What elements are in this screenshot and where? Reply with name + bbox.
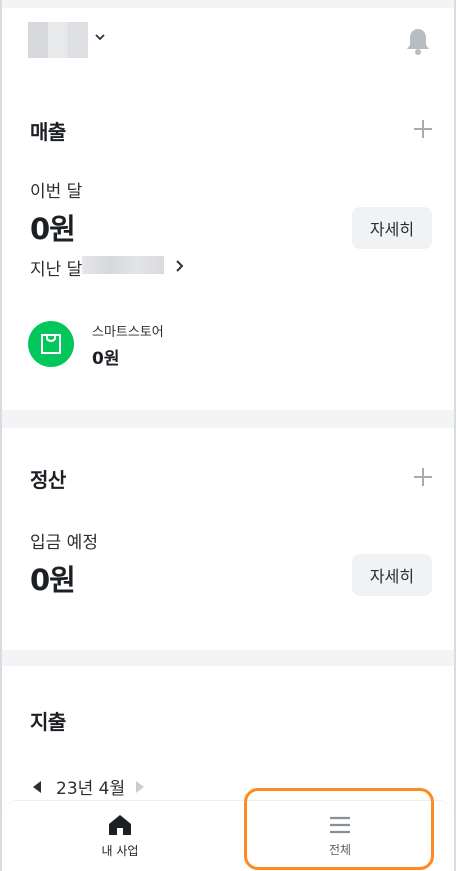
this-month-amount: 0원 xyxy=(30,212,76,246)
bell-icon[interactable] xyxy=(404,26,432,56)
smartstore-icon xyxy=(28,321,74,367)
nav-my-business[interactable]: 내 사업 xyxy=(50,801,190,871)
last-month-amount-redacted xyxy=(82,256,164,274)
settlement-detail-button[interactable]: 자세히 xyxy=(352,554,432,596)
add-sales-icon[interactable] xyxy=(412,118,434,140)
home-icon xyxy=(109,815,131,835)
chevron-down-icon[interactable] xyxy=(94,32,106,42)
chevron-right-icon[interactable] xyxy=(175,259,185,273)
month-selector: 23년 4월 xyxy=(32,774,145,799)
sales-card: 매출 이번 달 0원 자세히 지난 달 스마트스토어 0원 xyxy=(2,88,454,410)
settlement-card: 정산 입금 예정 0원 자세히 xyxy=(2,428,454,650)
expected-deposit-amount: 0원 xyxy=(30,563,76,597)
caret-right-icon[interactable] xyxy=(135,780,145,794)
menu-icon xyxy=(330,816,350,834)
sales-title: 매출 xyxy=(30,120,66,144)
expense-title: 지출 xyxy=(30,710,66,734)
this-month-label: 이번 달 xyxy=(30,182,83,202)
expected-deposit-label: 입금 예정 xyxy=(30,533,98,553)
add-settlement-icon[interactable] xyxy=(412,466,434,488)
sales-detail-button[interactable]: 자세히 xyxy=(352,207,432,249)
current-month: 23년 4월 xyxy=(56,779,126,799)
bottom-nav: 내 사업 전체 xyxy=(2,800,454,871)
settlement-title: 정산 xyxy=(30,468,66,492)
nav-all[interactable]: 전체 xyxy=(270,801,410,871)
nav-my-business-label: 내 사업 xyxy=(101,844,139,858)
last-month-label[interactable]: 지난 달 xyxy=(30,255,82,280)
store-name: 스마트스토어 xyxy=(92,325,164,340)
app-screen: 매출 이번 달 0원 자세히 지난 달 스마트스토어 0원 정산 입금 예정 0… xyxy=(0,0,456,871)
header xyxy=(2,8,454,88)
caret-left-icon[interactable] xyxy=(32,780,42,794)
store-amount: 0원 xyxy=(92,349,120,369)
business-avatar[interactable] xyxy=(28,22,88,58)
nav-all-label: 전체 xyxy=(328,843,352,857)
